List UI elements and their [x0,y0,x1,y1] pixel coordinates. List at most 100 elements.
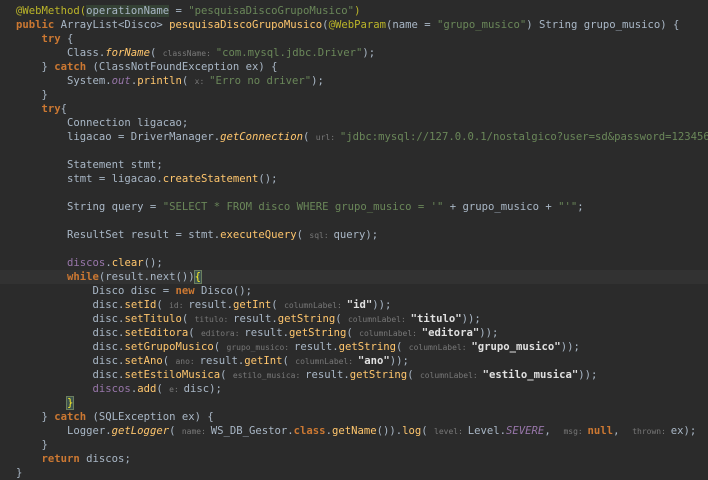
code-token: )); [578,369,598,381]
code-token: while [67,271,99,283]
code-token: setEstiloMusica [124,369,221,381]
code-token: ()). [376,425,403,437]
parameter-hint: grupo_musico: [226,343,294,352]
code-line[interactable]: } catch (SQLException ex) { [0,410,708,424]
code-line[interactable]: discos.clear(); [0,256,708,270]
code-token: )); [479,327,499,339]
code-token: ( [407,369,420,381]
code-token: getString [338,341,396,353]
code-token: createStatement [162,173,259,185]
code-token: )); [560,341,580,353]
code-token: result. [188,299,234,311]
parameter-hint: columnLabel: [284,301,347,310]
code-line[interactable]: @WebMethod(operationName = "pesquisaDisc… [0,4,708,18]
code-line[interactable]: } [0,396,708,410]
code-token: disc. [16,369,125,381]
code-token: @WebParam [328,19,386,31]
code-token: ( [421,425,435,437]
code-line[interactable]: stmt = ligacao.createStatement(); [0,172,708,186]
parameter-hint: id: [169,301,189,310]
code-line[interactable]: return discos; [0,452,708,466]
code-line[interactable]: disc.setId( id: result.getInt( columnLab… [0,298,708,312]
code-token: Level. [467,425,507,437]
code-line[interactable]: try { [0,32,708,46]
parameter-hint: columnLabel: [347,315,411,324]
code-token: Disco(); [200,285,252,297]
code-token: ( [188,327,201,339]
code-line[interactable]: Disco disc = new Disco(); [0,284,708,298]
code-token: } [16,439,48,451]
parameter-hint: msg: [563,427,588,436]
code-token: add [137,383,157,395]
code-token: disc. [16,299,125,311]
code-line[interactable]: public ArrayList<Disco> pesquisaDiscoGru… [0,18,708,32]
code-token: ResultSet result = stmt. [16,229,221,241]
code-token: getConnection [220,131,304,143]
code-line[interactable]: Connection ligacao; [0,116,708,130]
code-token: WS_DB_Gestor. [210,425,294,437]
code-line[interactable]: ligacao = DriverManager.getConnection( u… [0,130,708,144]
code-line[interactable]: } [0,438,708,452]
code-line[interactable]: ResultSet result = stmt.executeQuery( sq… [0,228,708,242]
code-line[interactable]: String query = "SELECT * FROM disco WHER… [0,200,708,214]
code-line[interactable]: } catch (ClassNotFoundException ex) { [0,60,708,74]
code-token: "estilo_musica" [482,369,579,381]
code-line[interactable]: disc.setAno( ano: result.getInt( columnL… [0,354,708,368]
code-line[interactable] [0,214,708,228]
code-token: disc. [16,313,125,325]
code-token: setGrupoMusico [124,341,214,353]
code-token: setId [124,299,157,311]
code-token: ( [156,383,170,395]
code-token: (); [143,257,163,269]
code-token: new [175,285,201,297]
parameter-hint: level: [434,427,468,436]
code-token: )); [461,313,481,325]
code-line[interactable]: disc.setEditora( editora: result.getStri… [0,326,708,340]
code-token: disc. [16,341,125,353]
code-line[interactable]: while(result.next()){ [0,270,708,284]
code-token: Class. [16,47,106,59]
code-token: } [16,467,23,479]
code-token: public [16,19,61,31]
code-token: "grupo_musico" [471,341,561,353]
code-line[interactable]: Class.forName( className: "com.mysql.jdb… [0,46,708,60]
code-token: "com.mysql.jdbc.Driver" [215,47,363,59]
code-line[interactable] [0,186,708,200]
code-token: (name = [385,19,437,31]
code-line[interactable]: try{ [0,102,708,116]
code-line[interactable]: } [0,88,708,102]
code-token: ) [354,5,361,17]
parameter-hint: sql: [309,231,334,240]
code-token: ex); [670,425,697,437]
code-line[interactable]: Logger.getLogger( name: WS_DB_Gestor.cla… [0,424,708,438]
code-line[interactable]: System.out.println( x: "Erro no driver")… [0,74,708,88]
code-token: ( [181,75,195,87]
code-token: getInt [233,299,272,311]
code-token: Connection ligacao; [16,117,189,129]
code-line[interactable]: discos.add( e: disc); [0,382,708,396]
code-token: result. [293,341,339,353]
code-token: getString [277,313,336,325]
parameter-hint: columnLabel: [359,329,422,338]
parameter-hint: ano: [175,357,200,366]
code-token: @WebMethod( [16,5,87,17]
code-line[interactable]: } [0,466,708,480]
code-token: catch [54,411,87,423]
code-token: ); [311,75,324,87]
code-token: null [587,425,614,437]
code-token: { [60,33,74,45]
code-line[interactable] [0,242,708,256]
code-line[interactable]: disc.setGrupoMusico( grupo_musico: resul… [0,340,708,354]
code-token: disc); [183,383,222,395]
code-editor[interactable]: @WebMethod(operationName = "pesquisaDisc… [0,0,708,479]
code-token: (SQLException ex) { [86,411,214,423]
code-line[interactable]: disc.setEstiloMusica( estilo_musica: res… [0,368,708,382]
code-token: "pesquisaDiscoGrupoMusico" [188,5,355,17]
code-line[interactable]: Statement stmt; [0,158,708,172]
code-token: ligacao = DriverManager. [16,131,221,143]
code-line[interactable]: disc.setTitulo( titulo: result.getString… [0,312,708,326]
code-token: Logger. [16,425,112,437]
code-line[interactable] [0,144,708,158]
